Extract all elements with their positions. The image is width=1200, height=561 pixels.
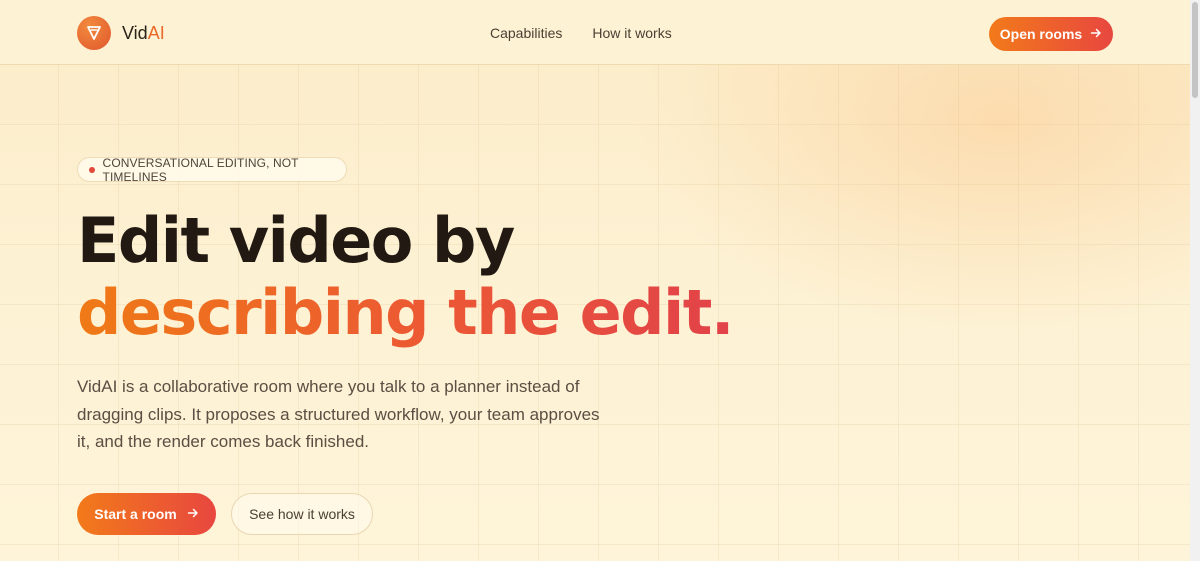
brand-name-prefix: Vid xyxy=(122,22,148,43)
start-room-button[interactable]: Start a room xyxy=(77,493,216,535)
main-nav: Capabilities How it works xyxy=(490,25,672,41)
arrow-right-icon xyxy=(187,506,199,522)
badge-dot-icon xyxy=(89,166,95,173)
open-rooms-label: Open rooms xyxy=(999,26,1083,42)
arrow-right-icon xyxy=(1090,26,1102,42)
brand-name-suffix: AI xyxy=(147,22,165,43)
landing-page: VidAI Capabilities How it works Open roo… xyxy=(0,0,1190,561)
scrollbar[interactable] xyxy=(1190,0,1200,561)
open-rooms-button[interactable]: Open rooms xyxy=(989,17,1113,51)
start-room-label: Start a room xyxy=(94,506,177,522)
hero-description: VidAI is a collaborative room where you … xyxy=(77,377,600,451)
hero-badge: CONVERSATIONAL EDITING, NOT TIMELINES xyxy=(77,155,347,184)
brand-name: VidAI xyxy=(122,23,165,44)
scrollbar-thumb[interactable] xyxy=(1192,2,1198,98)
see-how-it-works-button[interactable]: See how it works xyxy=(231,493,373,535)
nav-link-capabilities[interactable]: Capabilities xyxy=(490,25,562,41)
logo-icon xyxy=(77,16,111,50)
site-header: VidAI Capabilities How it works Open roo… xyxy=(0,0,1190,65)
hero-title-line1: Edit video by xyxy=(77,204,515,277)
nav-link-how-it-works[interactable]: How it works xyxy=(592,25,671,41)
hero-title-line2: describing the edit. xyxy=(77,276,734,349)
brand[interactable]: VidAI xyxy=(77,16,165,50)
hero-title: Edit video by describing the edit. xyxy=(77,205,977,349)
hero-badge-text: CONVERSATIONAL EDITING, NOT TIMELINES xyxy=(102,155,299,184)
